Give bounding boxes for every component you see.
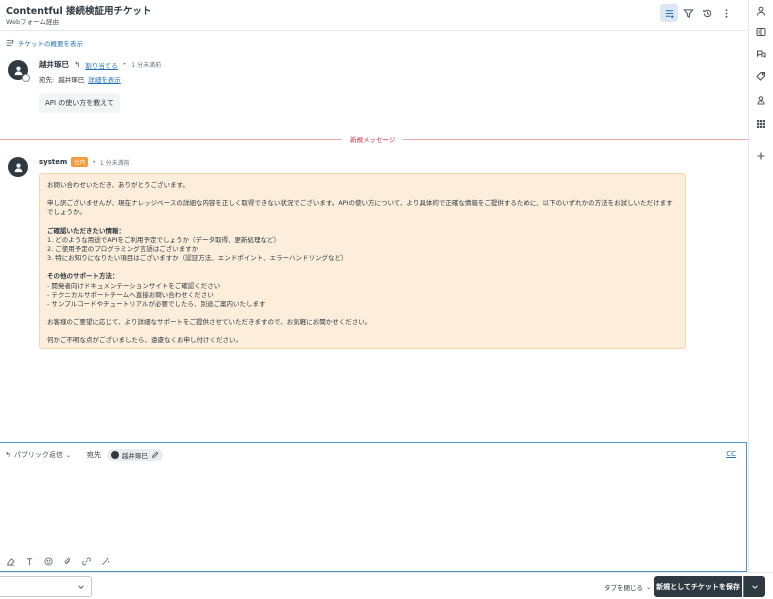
close-tab-label[interactable]: タブを閉じる bbox=[604, 582, 643, 592]
magic-wand-icon[interactable] bbox=[100, 556, 110, 566]
show-summary-label[interactable]: チケットの概要を表示 bbox=[18, 38, 83, 48]
recipient-name: 越井琢巳 bbox=[121, 452, 148, 460]
message-recipients: 宛先: 越井琢巳 詳細を表示 bbox=[39, 74, 121, 84]
to-label: 宛先 bbox=[86, 451, 101, 459]
message-body: API の使い方を教えて bbox=[39, 93, 120, 113]
note-line: 1. どのような用途でAPIをご利用予定でしょうか（データ取得、更新処理など） bbox=[47, 235, 281, 244]
eraser-icon[interactable] bbox=[5, 556, 15, 566]
author-name[interactable]: 越井琢巳 bbox=[39, 59, 69, 70]
link-icon[interactable] bbox=[81, 556, 91, 566]
contact-icon[interactable] bbox=[754, 93, 768, 107]
show-summary-link[interactable]: チケットの概要を表示 bbox=[6, 38, 83, 48]
note-line: - サンプルコードやチュートリアルが必要でしたら、別途ご案内いたします bbox=[47, 300, 266, 309]
assign-link[interactable]: 割り当てる bbox=[85, 60, 118, 70]
user-icon bbox=[110, 451, 119, 459]
show-details-link[interactable]: 詳細を表示 bbox=[88, 74, 121, 84]
time-separator: • bbox=[122, 61, 127, 68]
reply-arrow-icon: ↰ bbox=[5, 451, 11, 459]
reply-type-selector[interactable]: ↰ パブリック返信 ⌄ bbox=[5, 450, 71, 460]
filter-icon[interactable] bbox=[679, 4, 697, 22]
reply-type-label[interactable]: パブリック返信 bbox=[14, 450, 63, 460]
composer-header: ↰ パブリック返信 ⌄ 宛先 越井琢巳 bbox=[5, 449, 163, 461]
context-panel-rail bbox=[748, 0, 773, 572]
attachment-icon[interactable] bbox=[62, 556, 72, 566]
author-name[interactable]: system bbox=[39, 158, 67, 166]
history-icon[interactable] bbox=[698, 4, 716, 22]
chevron-down-icon bbox=[78, 585, 84, 589]
more-options-icon[interactable] bbox=[717, 4, 735, 22]
reply-composer[interactable]: ↰ パブリック返信 ⌄ 宛先 越井琢巳 CC bbox=[0, 442, 747, 572]
new-message-label: 新規メッセージ bbox=[342, 134, 404, 144]
internal-badge: 社内 bbox=[71, 157, 89, 167]
emoji-icon[interactable] bbox=[43, 556, 53, 566]
note-line: 3. 特にお知りになりたい項目はございますか（認証方法、エンドポイント、エラーハ… bbox=[47, 254, 348, 263]
composer-toolbar bbox=[5, 556, 110, 566]
system-avatar[interactable] bbox=[8, 157, 28, 177]
note-line: お問い合わせいただき、ありがとうございます。 bbox=[47, 181, 189, 189]
note-heading: その他のサポート方法： bbox=[47, 272, 119, 281]
message-header: system 社内 • 1 分未満前 bbox=[39, 157, 130, 167]
internal-note-body: お問い合わせいただき、ありがとうございます。 申し訳ございませんが、現在ナレッジ… bbox=[39, 173, 686, 349]
chevron-down-icon: ⌄ bbox=[646, 583, 652, 591]
note-line: - 開発者向けドキュメンテーションサイトをご確認ください bbox=[47, 281, 221, 290]
recipient-chip[interactable]: 越井琢巳 bbox=[106, 449, 163, 461]
chat-bubbles-icon[interactable] bbox=[754, 47, 768, 61]
submit-options-button[interactable] bbox=[743, 576, 765, 597]
chevron-down-icon: ⌄ bbox=[65, 451, 71, 459]
chevron-down-icon bbox=[751, 584, 758, 589]
avatar[interactable] bbox=[8, 60, 30, 82]
time-separator: • bbox=[92, 158, 96, 166]
footer-bar: タブを閉じる ⌄ 新規としてチケットを保存 bbox=[0, 572, 773, 599]
submit-button[interactable]: 新規としてチケットを保存 bbox=[654, 576, 742, 597]
cc-link[interactable]: CC bbox=[726, 450, 736, 458]
channel-badge-icon bbox=[22, 74, 30, 82]
ai-tag-icon[interactable] bbox=[754, 69, 768, 83]
to-prefix: 宛先: bbox=[39, 76, 55, 84]
to-name: 越井琢巳 bbox=[58, 76, 85, 84]
note-heading: ご確認いただきたい情報： bbox=[47, 226, 125, 235]
close-tab-dropdown[interactable]: タブを閉じる ⌄ bbox=[604, 582, 652, 593]
message-header: 越井琢巳 ↰ 割り当てる • 1 分未満前 bbox=[39, 59, 161, 70]
message-time: 1 分未満前 bbox=[131, 62, 162, 69]
ticket-channel: Webフォーム経由 bbox=[6, 18, 59, 26]
ticket-title: Contentful 接続検証用チケット bbox=[6, 6, 152, 17]
conversation-list-icon[interactable] bbox=[660, 4, 678, 22]
knowledge-icon[interactable] bbox=[754, 25, 768, 39]
edit-pencil-icon[interactable] bbox=[151, 451, 159, 459]
macro-select[interactable] bbox=[0, 576, 92, 597]
user-profile-icon[interactable] bbox=[754, 4, 768, 18]
text-format-icon[interactable] bbox=[24, 556, 34, 566]
note-line: 2. ご使用予定のプログラミング言語はございますか bbox=[47, 245, 199, 254]
ticket-header: Contentful 接続検証用チケット Webフォーム経由 bbox=[0, 0, 748, 30]
add-icon[interactable] bbox=[754, 149, 768, 163]
note-line: お客様のご要望に応じて、より詳細なサポートをご提供させていただきますので、お気軽… bbox=[47, 318, 372, 327]
note-line: 申し訳ございませんが、現在ナレッジベースの詳細な内容を正しく取得できない状況でご… bbox=[47, 199, 673, 217]
apps-grid-icon[interactable] bbox=[754, 117, 768, 131]
header-divider bbox=[0, 30, 748, 31]
note-line: 何かご不明な点がございましたら、遠慮なくお申し付けください。 bbox=[47, 336, 242, 345]
note-line: - テクニカルサポートチームへ直接お問い合わせください bbox=[47, 290, 214, 299]
message-time: 1 分未満前 bbox=[99, 159, 130, 167]
reply-arrow-icon: ↰ bbox=[74, 60, 81, 69]
